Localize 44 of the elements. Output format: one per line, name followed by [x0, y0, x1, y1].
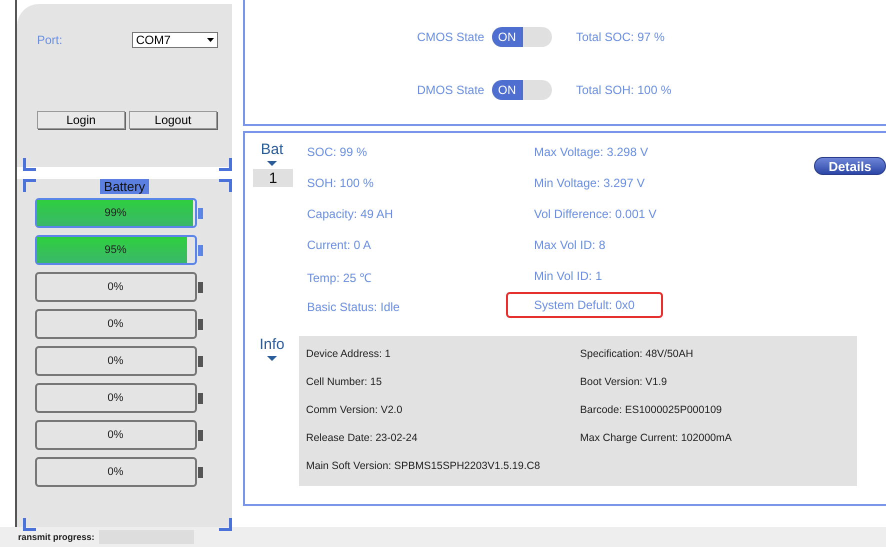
state-label: DMOS State [417, 82, 486, 96]
details-button[interactable]: Details [814, 157, 886, 175]
info-reading: Cell Number: 15 [306, 376, 383, 390]
info-title: Info [258, 336, 286, 353]
bat-title: Bat [260, 141, 284, 158]
battery-selector[interactable]: 1 [253, 169, 293, 187]
info-reading: Boot Version: V1.9 [580, 376, 668, 390]
info-reading: Specification: 48V/50AH [580, 348, 694, 362]
battery-reading: Basic Status: Idle [307, 300, 400, 314]
battery-reading: Max Vol ID: 8 [534, 238, 606, 252]
state-toggle[interactable]: ON [492, 26, 552, 46]
battery-reading: Current: 0 A [307, 238, 372, 252]
frame-corner [219, 179, 232, 192]
frame-corner [23, 179, 36, 192]
battery-reading: SOC: 99 % [307, 145, 368, 159]
info-reading: Comm Version: V2.0 [306, 404, 404, 418]
battery-title: Battery [100, 179, 150, 194]
port-dropdown[interactable]: COM7 [132, 32, 218, 48]
battery-reading: Min Vol ID: 1 [534, 269, 602, 283]
port-label: Port: [37, 33, 62, 47]
info-reading: Barcode: ES1000025P000109 [580, 404, 723, 418]
transmit-progress-label: ransmit progress: [18, 532, 95, 542]
battery-reading: System Defult: 0x0 [508, 294, 661, 316]
action-button[interactable]: Login [37, 111, 125, 129]
state-label: CMOS State [417, 30, 486, 44]
info-reading: Release Date: 23-02-24 [306, 432, 418, 446]
battery-reading: Max Voltage: 3.298 V [534, 145, 648, 159]
frame-corner [219, 158, 232, 171]
state-toggle[interactable]: ON [492, 80, 552, 100]
frame-corner [23, 158, 36, 171]
battery-reading: Min Voltage: 3.297 V [534, 176, 645, 190]
action-button[interactable]: Logout [129, 111, 217, 129]
battery-reading: Capacity: 49 AH [307, 207, 394, 221]
battery-reading: Vol Difference: 0.001 V [534, 207, 657, 221]
battery-reading: Temp: 25 ℃ [307, 270, 372, 286]
battery-reading: SOH: 100 % [307, 176, 374, 190]
total-reading: Total SOC: 97 % [576, 30, 666, 44]
total-reading: Total SOH: 100 % [576, 82, 672, 96]
dropdown-caret-icon[interactable] [207, 38, 214, 42]
info-reading: Device Address: 1 [306, 348, 392, 362]
info-reading: Max Charge Current: 102000mA [580, 432, 733, 446]
dropdown-caret-icon [267, 356, 277, 361]
dropdown-caret-icon [267, 161, 277, 166]
info-reading: Main Soft Version: SPBMS15SPH2203V1.5.19.C8 [306, 460, 542, 474]
